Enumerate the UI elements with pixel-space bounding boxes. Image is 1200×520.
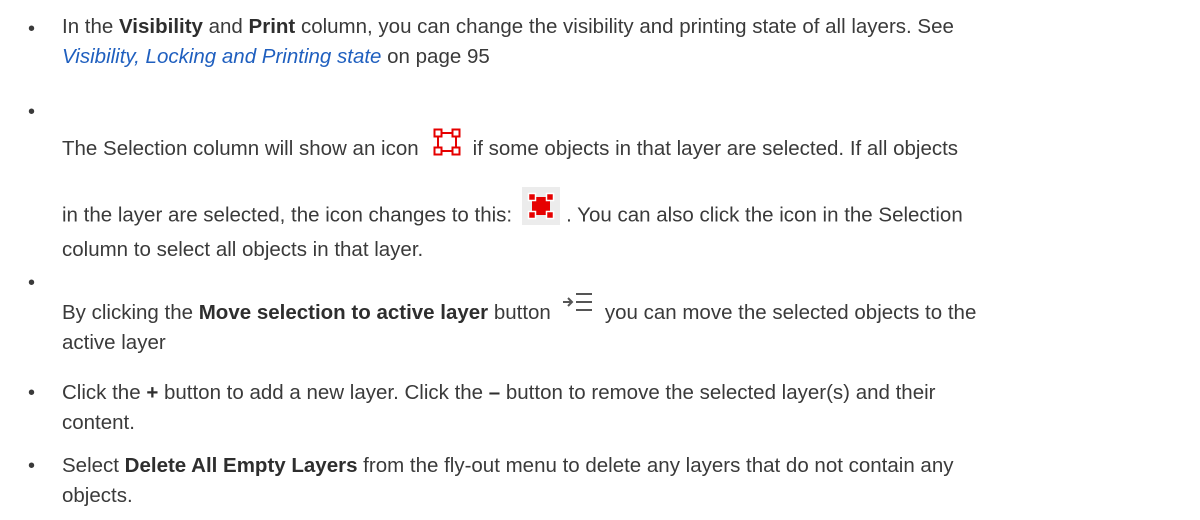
text-segment: Click the	[62, 381, 147, 404]
text-segment: The Selection column will show an icon	[62, 137, 419, 160]
bold-term-move-selection: Move selection to active layer	[198, 301, 489, 324]
text-segment: column, you can change the visibility an…	[295, 15, 954, 38]
text-line: column to select all objects in that lay…	[62, 235, 1162, 265]
text-segment: active layer	[62, 331, 166, 354]
bold-term-print: Print	[248, 15, 296, 38]
bold-term-minus: –	[488, 381, 501, 404]
list-item-text: Select Delete All Empty Layers from the …	[62, 451, 1162, 511]
bullet-dot: •	[28, 272, 36, 294]
selection-full-icon	[522, 187, 561, 225]
text-segment: button to add a new layer. Click the	[158, 381, 489, 404]
text-line: In the Visibility and Print column, you …	[62, 12, 1162, 42]
text-segment: you can move the selected objects to the	[604, 301, 977, 324]
text-line: Click the + button to add a new layer. C…	[62, 378, 1162, 408]
text-segment: and	[202, 15, 249, 38]
bold-term-visibility: Visibility	[119, 15, 203, 38]
text-line: Visibility, Locking and Printing state o…	[62, 42, 1162, 72]
bold-term-delete-empty-layers: Delete All Empty Layers	[124, 454, 358, 477]
list-item-text: In the Visibility and Print column, you …	[62, 12, 1162, 72]
selection-partial-icon	[433, 128, 461, 156]
text-line: The Selection column will show an icon if…	[62, 128, 1162, 164]
text-segment: in the layer are selected, the icon chan…	[62, 203, 513, 227]
text-segment: By clicking the	[62, 301, 199, 324]
text-segment: . You can also click the icon in the Sel…	[566, 203, 963, 227]
text-line: content.	[62, 408, 1162, 438]
text-segment: from the fly-out menu to delete any laye…	[357, 454, 954, 477]
text-segment: if some objects in that layer are select…	[472, 137, 959, 160]
text-line: active layer	[62, 328, 1162, 358]
text-segment: In the	[62, 15, 119, 38]
text-segment: button to remove the selected layer(s) a…	[500, 381, 936, 404]
move-selection-icon	[562, 291, 593, 313]
text-line: Select Delete All Empty Layers from the …	[62, 451, 1162, 481]
text-segment: column to select all objects in that lay…	[62, 238, 424, 261]
text-segment: content.	[62, 411, 135, 434]
list-item-text: The Selection column will show an icon if…	[62, 128, 1162, 265]
text-line: in the layer are selected, the icon chan…	[62, 187, 1162, 235]
bullet-dot: •	[28, 455, 36, 477]
text-line: objects.	[62, 481, 1162, 511]
bullet-dot: •	[28, 101, 36, 123]
text-segment: on page 95	[381, 45, 490, 68]
text-segment: objects.	[62, 484, 133, 507]
list-item-text: Click the + button to add a new layer. C…	[62, 378, 1162, 438]
cross-reference-link[interactable]: Visibility, Locking and Printing state	[62, 45, 381, 68]
text-segment: Select	[62, 454, 125, 477]
text-segment: button	[488, 301, 551, 324]
bullet-dot: •	[28, 18, 36, 40]
list-item-text: By clicking the Move selection to active…	[62, 292, 1162, 358]
text-line: By clicking the Move selection to active…	[62, 292, 1162, 328]
bold-term-plus: +	[146, 381, 159, 404]
bullet-dot: •	[28, 382, 36, 404]
